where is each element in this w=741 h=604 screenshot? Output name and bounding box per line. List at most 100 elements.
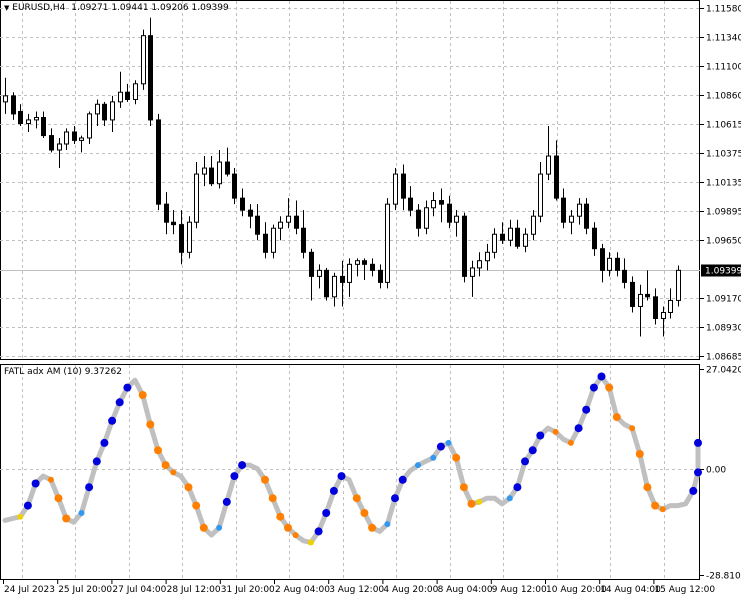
indicator-dot [513, 483, 522, 492]
indicator-dot [92, 457, 101, 466]
indicator-dot [635, 450, 644, 458]
candle [515, 219, 520, 249]
candle [141, 29, 146, 90]
candle [26, 113, 31, 132]
candle [301, 210, 306, 259]
candle-body [431, 200, 436, 209]
candle-body [500, 233, 505, 241]
candle [416, 204, 421, 237]
indicator-dot [292, 532, 299, 539]
price-pane-border [0, 0, 700, 360]
time-tick-label: 8 Aug 04:00 [438, 585, 493, 595]
indicator-dot [528, 446, 537, 455]
candle [317, 264, 322, 289]
candle-body [317, 269, 322, 277]
candle-body [278, 221, 283, 229]
candle [561, 188, 566, 229]
candle-body [324, 269, 329, 298]
indicator-dot [78, 510, 85, 516]
indicator-dot [284, 523, 292, 532]
candle [18, 104, 23, 126]
indicator-dot [216, 524, 223, 531]
candle-body [309, 251, 314, 277]
candle-body [577, 203, 582, 217]
indicator-dot [459, 483, 468, 492]
indicator-dot [360, 509, 369, 517]
price-tick-label: 1.10860 [706, 92, 741, 102]
candle-body [57, 143, 62, 151]
ohlc-values: 1.09271 1.09441 1.09206 1.09399 [71, 3, 229, 13]
collapse-triangle-icon[interactable]: ▼ [4, 4, 9, 12]
indicator-dot [643, 483, 652, 492]
time-tick-label: 3 Aug 12:00 [329, 585, 384, 595]
indicator-dot [467, 499, 476, 508]
candle [148, 17, 153, 126]
candle [653, 288, 658, 325]
candle [538, 162, 543, 223]
candle [645, 270, 650, 301]
candle [164, 192, 169, 235]
indicator-dot [651, 501, 660, 510]
indicator-dot [307, 539, 314, 546]
candle-body [171, 221, 176, 226]
candle [347, 258, 352, 297]
candle [102, 101, 107, 126]
candle-body [248, 209, 253, 217]
candle [554, 140, 559, 201]
time-tick-label: 15 Aug 12:00 [654, 585, 715, 595]
chart-canvas[interactable]: 1.11580 1.11340 1.11100 1.10860 1.10615 1.103… [0, 0, 741, 600]
time-tick-label: 2 Aug 04:00 [275, 585, 330, 595]
indicator-dot [521, 457, 529, 466]
candle-body [79, 137, 84, 141]
candle-body [125, 91, 130, 100]
candle-body [645, 293, 650, 298]
indicator-dot [536, 431, 545, 440]
price-tick-label: 1.10135 [706, 179, 741, 189]
candle [209, 156, 214, 187]
candle [240, 188, 245, 217]
candle-body [401, 173, 406, 199]
price-tick-label: 1.11580 [706, 5, 741, 15]
candle-body [393, 173, 398, 205]
indicator-dot [154, 446, 162, 455]
candle [232, 168, 237, 205]
indicator-dot [574, 424, 583, 433]
trading-chart[interactable]: 1.11580 1.11340 1.11100 1.10860 1.10615 1.103… [0, 0, 741, 600]
candle [378, 264, 383, 289]
candle [531, 210, 536, 241]
candle-body [194, 173, 199, 223]
candle-body [447, 203, 452, 223]
indicator-dot [238, 461, 247, 470]
candle [393, 168, 398, 211]
candle [508, 219, 513, 247]
candle-body [164, 203, 169, 223]
time-tick-label: 10 Aug 20:00 [546, 585, 607, 595]
indicator-dot [138, 391, 147, 399]
indicator-axis: 27.04207 0.00 -28.81011 [700, 366, 741, 582]
price-tick-label: 1.09895 [706, 208, 741, 218]
candle-body [255, 215, 260, 235]
time-tick-label: 24 Jul 2023 [4, 585, 55, 595]
candle-body [408, 197, 413, 211]
candle-body [347, 263, 352, 283]
candle-body [477, 260, 482, 269]
price-tick-label: 1.10615 [706, 121, 741, 131]
candle [324, 267, 329, 301]
indicator-dot [352, 494, 361, 503]
candle [676, 265, 681, 307]
indicator-dot [199, 523, 208, 532]
candle [439, 188, 444, 223]
candle-body [102, 103, 107, 121]
candle [187, 216, 192, 259]
indicator-dot [552, 428, 559, 435]
indicator-dot [452, 453, 461, 462]
time-tick-label: 27 Jul 04:00 [112, 585, 166, 595]
candle [615, 252, 620, 277]
indicator-dot [368, 523, 377, 532]
candle-body [294, 215, 299, 229]
candle-body [385, 203, 390, 283]
indicator-dot [230, 472, 239, 481]
candle-body [439, 200, 444, 205]
indicator-tick-label: 27.04207 [706, 366, 741, 376]
indicator-tick-label: 0.00 [706, 466, 726, 476]
